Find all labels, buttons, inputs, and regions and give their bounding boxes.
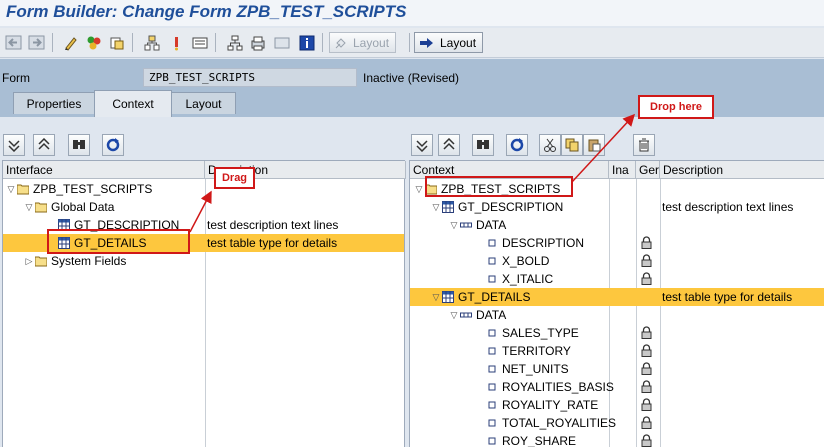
drag-arrow	[189, 190, 212, 233]
annotation-arrows	[189, 113, 636, 233]
drop-arrow	[571, 113, 636, 183]
